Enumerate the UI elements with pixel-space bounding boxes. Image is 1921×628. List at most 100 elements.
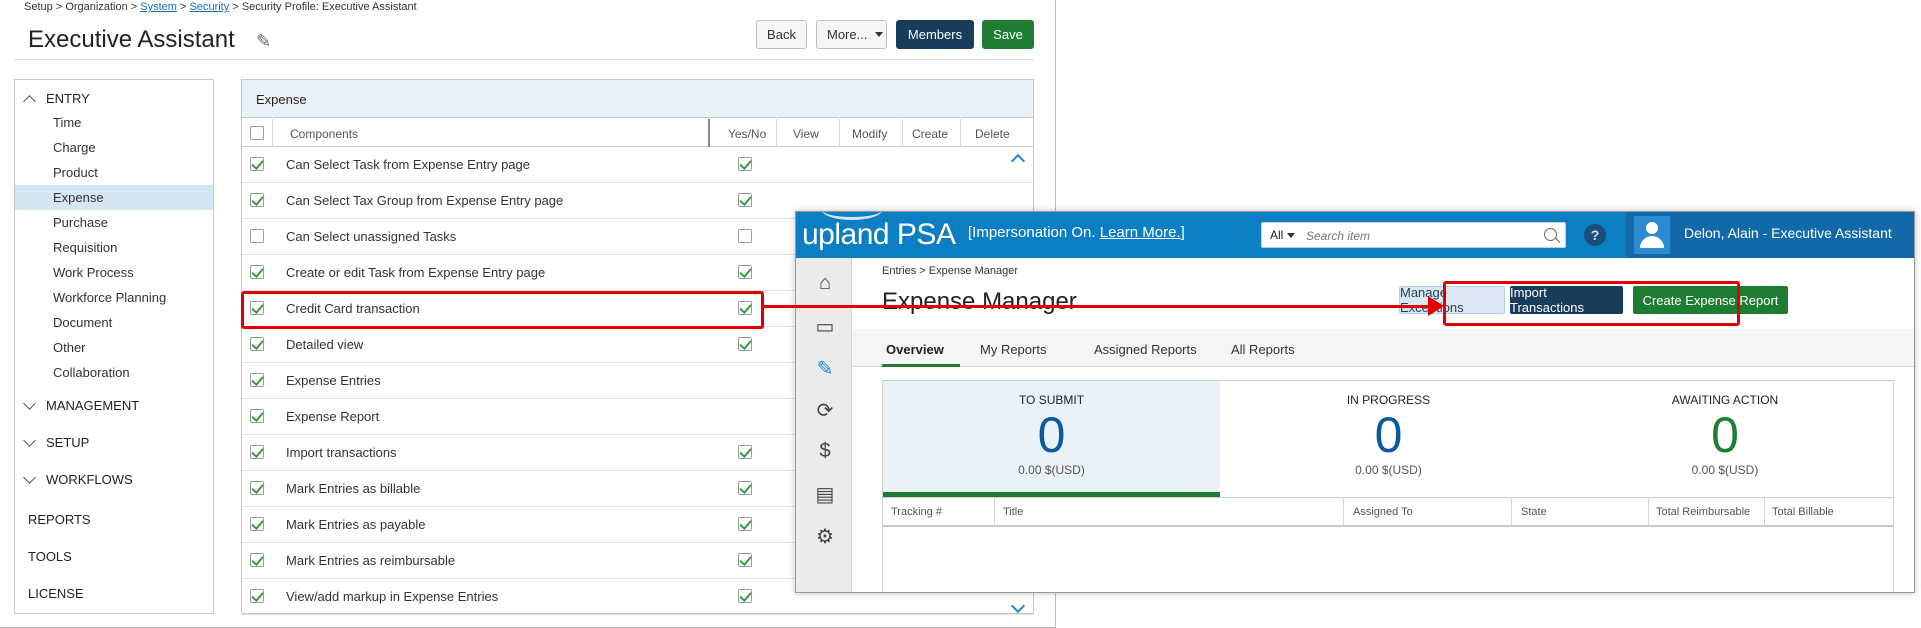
caret-down-icon	[1287, 233, 1296, 239]
sync-icon[interactable]: ⟳	[814, 398, 836, 423]
row-checkbox[interactable]	[250, 409, 264, 423]
upland-psa-logo[interactable]: upland PSA	[802, 218, 956, 252]
sidebar-item-license[interactable]: LICENSE	[28, 586, 84, 601]
tab-my-reports[interactable]: My Reports	[980, 342, 1046, 357]
column-yesno[interactable]: Yes/No	[728, 127, 766, 141]
yesno-checkbox[interactable]	[738, 157, 752, 171]
column-tracking[interactable]: Tracking #	[891, 506, 942, 518]
breadcrumb-organization[interactable]: Organization	[65, 1, 127, 13]
table-row: Can Select Task from Expense Entry page	[242, 147, 1033, 183]
more-dropdown[interactable]: More...	[816, 20, 887, 49]
sidebar-section-setup[interactable]: SETUP	[23, 434, 89, 450]
yesno-checkbox[interactable]	[738, 337, 752, 351]
column-view[interactable]: View	[793, 127, 819, 141]
help-icon[interactable]: ?	[1584, 224, 1606, 246]
dropdown-caret-icon	[875, 32, 884, 37]
sidebar-item-document[interactable]: Document	[53, 315, 112, 330]
sidebar-item-other[interactable]: Other	[53, 340, 86, 355]
sidebar-item-expense[interactable]: Expense	[53, 190, 104, 205]
column-resize-handle[interactable]	[708, 119, 710, 147]
sidebar-section-entry[interactable]: ENTRY	[23, 91, 90, 108]
members-button[interactable]: Members	[896, 20, 974, 49]
row-checkbox[interactable]	[250, 589, 264, 603]
yesno-checkbox[interactable]	[738, 517, 752, 531]
sidebar-item-collaboration[interactable]: Collaboration	[53, 365, 130, 380]
column-assigned-to[interactable]: Assigned To	[1353, 506, 1413, 518]
column-components[interactable]: Components	[290, 127, 358, 141]
yesno-checkbox[interactable]	[738, 481, 752, 495]
row-checkbox[interactable]	[250, 481, 264, 495]
row-checkbox[interactable]	[250, 337, 264, 351]
sidebar-item-workforce-planning[interactable]: Workforce Planning	[53, 290, 166, 305]
folder-icon[interactable]: ▤	[814, 482, 836, 507]
sidebar-item-requisition[interactable]: Requisition	[53, 240, 117, 255]
sidebar-item-tools[interactable]: TOOLS	[28, 549, 72, 564]
column-delete[interactable]: Delete	[975, 127, 1010, 141]
row-checkbox[interactable]	[250, 265, 264, 279]
row-checkbox[interactable]	[250, 553, 264, 567]
row-checkbox[interactable]	[250, 193, 264, 207]
yesno-checkbox[interactable]	[738, 589, 752, 603]
sidebar-item-purchase[interactable]: Purchase	[53, 215, 108, 230]
top-bar: upland PSA [Impersonation On. Learn More…	[796, 212, 1914, 258]
tab-assigned-reports[interactable]: Assigned Reports	[1094, 342, 1197, 357]
column-separator	[902, 119, 903, 147]
search-scope-dropdown[interactable]: All	[1270, 228, 1296, 242]
breadcrumb: Setup > Organization > System > Security…	[24, 1, 417, 13]
column-total-billable[interactable]: Total Billable	[1772, 506, 1834, 518]
edit-pencil-icon[interactable]: ✎	[256, 31, 271, 52]
yesno-checkbox[interactable]	[738, 265, 752, 279]
tab-overview[interactable]: Overview	[886, 342, 944, 357]
select-all-checkbox[interactable]	[250, 126, 264, 140]
sidebar-item-product[interactable]: Product	[53, 165, 98, 180]
column-total-reimbursable[interactable]: Total Reimbursable	[1656, 506, 1750, 518]
column-state[interactable]: State	[1521, 506, 1547, 518]
row-checkbox[interactable]	[250, 445, 264, 459]
summary-amount: 0.00 $(USD)	[1691, 463, 1759, 477]
timesheet-icon[interactable]: ▭	[814, 314, 836, 339]
column-separator	[776, 119, 777, 147]
search-icon[interactable]	[1544, 228, 1557, 241]
yesno-checkbox[interactable]	[738, 553, 752, 567]
gear-icon[interactable]: ⚙	[814, 524, 836, 549]
user-menu[interactable]: Delon, Alain - Executive Assistant	[1626, 212, 1914, 258]
breadcrumb[interactable]: Entries > Expense Manager	[882, 265, 1018, 277]
yesno-checkbox[interactable]	[738, 193, 752, 207]
summary-count: 0	[1037, 407, 1066, 463]
breadcrumb-security[interactable]: Security	[190, 1, 230, 13]
component-label: View/add markup in Expense Entries	[286, 589, 499, 604]
summary-awaiting-action[interactable]: AWAITING ACTION 0 0.00 $(USD)	[1557, 381, 1893, 497]
column-create[interactable]: Create	[912, 127, 948, 141]
breadcrumb-system[interactable]: System	[140, 1, 177, 13]
learn-more-link[interactable]: Learn More.	[1100, 224, 1181, 241]
row-checkbox[interactable]	[250, 157, 264, 171]
sidebar-item-reports[interactable]: REPORTS	[28, 512, 91, 527]
highlight-credit-card-row	[241, 291, 764, 329]
column-modify[interactable]: Modify	[852, 127, 887, 141]
yesno-checkbox[interactable]	[738, 229, 752, 243]
save-button[interactable]: Save	[982, 20, 1034, 49]
sidebar-item-charge[interactable]: Charge	[53, 140, 96, 155]
tab-all-reports[interactable]: All Reports	[1231, 342, 1295, 357]
dollar-icon[interactable]: $	[814, 440, 836, 463]
column-title[interactable]: Title	[1003, 506, 1023, 518]
sidebar-item-time[interactable]: Time	[53, 115, 81, 130]
breadcrumb-separator: >	[232, 1, 239, 13]
row-checkbox[interactable]	[250, 373, 264, 387]
sidebar-section-workflows[interactable]: WORKFLOWS	[23, 471, 133, 487]
summary-in-progress[interactable]: IN PROGRESS 0 0.00 $(USD)	[1220, 381, 1557, 497]
row-checkbox[interactable]	[250, 229, 264, 243]
yesno-checkbox[interactable]	[738, 445, 752, 459]
sidebar-section-management[interactable]: MANAGEMENT	[23, 397, 139, 413]
home-icon[interactable]: ⌂	[814, 272, 836, 295]
back-button[interactable]: Back	[756, 20, 807, 49]
entries-pencil-icon[interactable]: ✎	[814, 356, 836, 381]
sidebar-item-work-process[interactable]: Work Process	[53, 265, 134, 280]
summary-to-submit[interactable]: TO SUBMIT 0 0.00 $(USD)	[883, 381, 1220, 497]
chevron-up-icon	[23, 95, 36, 108]
sidebar-selected-highlight	[15, 185, 213, 210]
search-input[interactable]: Search item	[1306, 229, 1370, 243]
breadcrumb-setup[interactable]: Setup	[24, 1, 53, 13]
row-checkbox[interactable]	[250, 517, 264, 531]
chevron-down-icon	[23, 397, 36, 410]
